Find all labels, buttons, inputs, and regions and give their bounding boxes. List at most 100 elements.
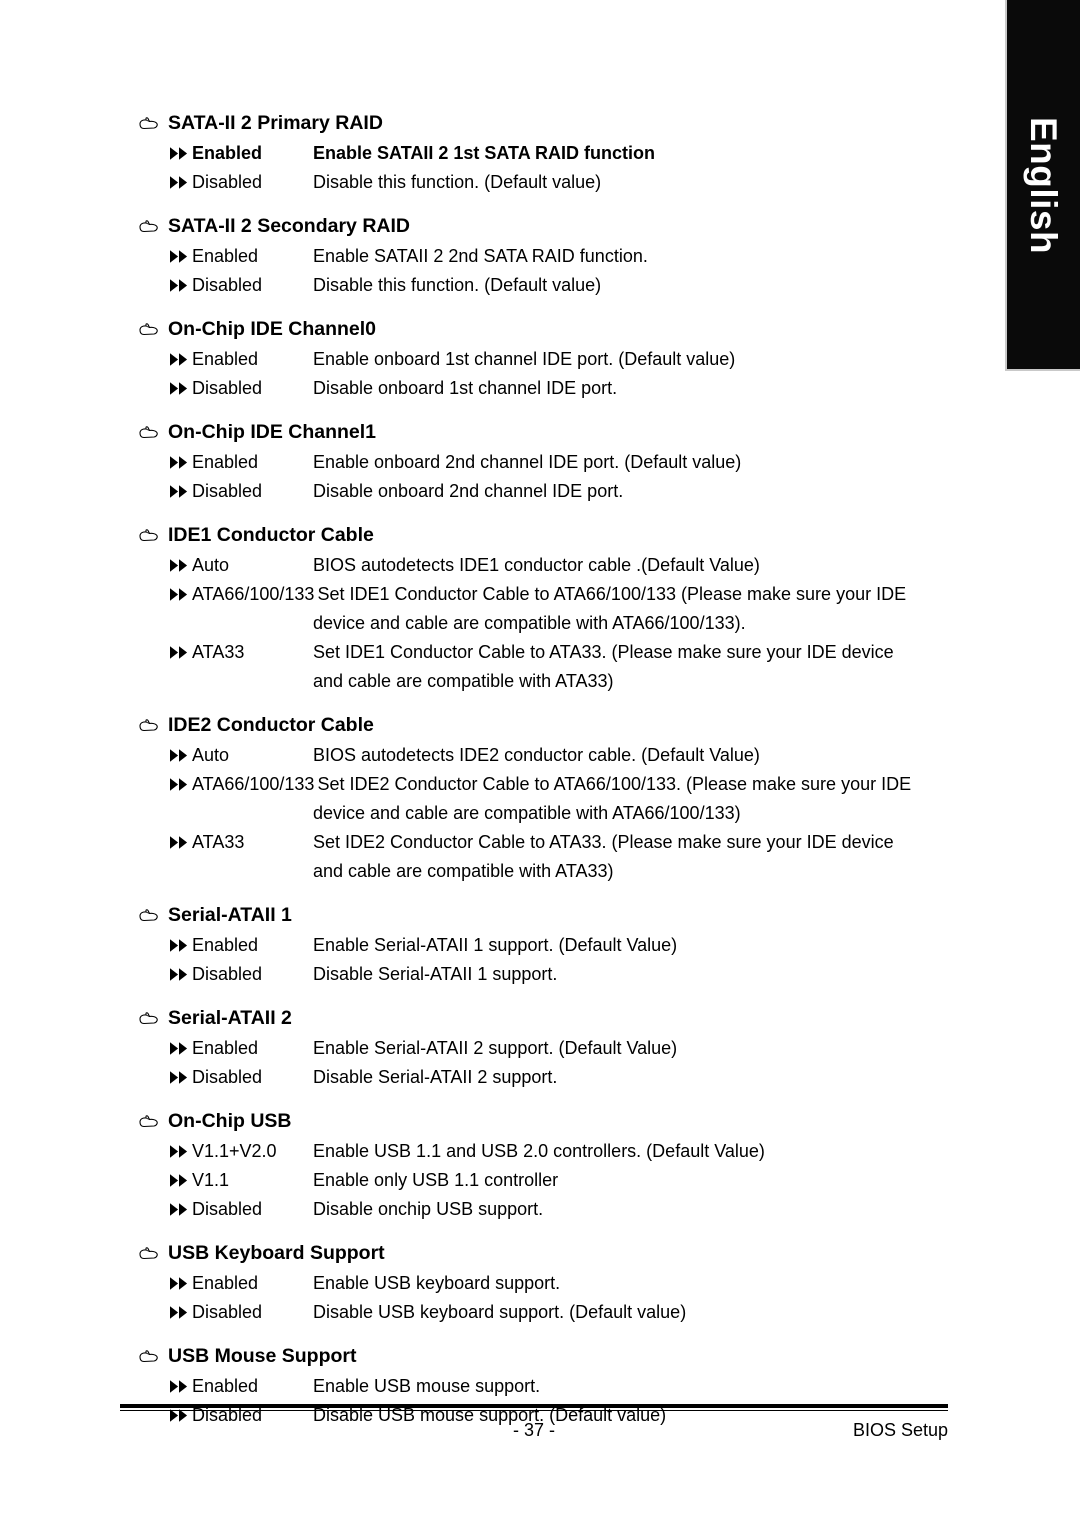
option-description: Set IDE1 Conductor Cable to ATA33. (Plea… bbox=[313, 642, 894, 662]
option-description: Set IDE2 Conductor Cable to ATA66/100/13… bbox=[317, 774, 912, 794]
double-right-arrow-icon bbox=[170, 1380, 188, 1393]
manual-page: English SATA-II 2 Primary RAID Enabled Ena… bbox=[0, 0, 1080, 1529]
option-description-continuation: device and cable are compatible with ATA… bbox=[313, 613, 746, 633]
option-row[interactable]: Disabled Disable Serial-ATAII 1 support. bbox=[0, 960, 1005, 989]
option-label: Disabled bbox=[192, 1067, 263, 1087]
section-title: USB Mouse Support bbox=[168, 1345, 357, 1367]
double-right-arrow-icon bbox=[170, 939, 188, 952]
section-heading: USB Mouse Support bbox=[0, 1341, 1005, 1372]
section-heading: IDE2 Conductor Cable bbox=[0, 710, 1005, 741]
option-row[interactable]: Enabled Enable Serial-ATAII 1 support. (D… bbox=[0, 931, 1005, 960]
double-right-arrow-icon bbox=[170, 559, 188, 572]
double-right-arrow-icon bbox=[170, 176, 188, 189]
option-description: Disable Serial-ATAII 2 support. bbox=[313, 1067, 558, 1087]
pointing-hand-icon bbox=[139, 1247, 158, 1260]
option-description: Disable onchip USB support. bbox=[313, 1199, 544, 1219]
section-heading: On-Chip IDE Channel1 bbox=[0, 417, 1005, 448]
option-row[interactable]: Disabled Disable USB keyboard support. (D… bbox=[0, 1298, 1005, 1327]
option-row[interactable]: Disabled Disable onboard 1st channel IDE … bbox=[0, 374, 1005, 403]
option-label: Disabled bbox=[192, 1199, 263, 1219]
pointing-hand-icon bbox=[139, 1350, 158, 1363]
option-label: Auto bbox=[192, 555, 230, 575]
pointing-hand-icon bbox=[139, 426, 158, 439]
section-title: On-Chip IDE Channel1 bbox=[168, 421, 377, 443]
section-title: On-Chip IDE Channel0 bbox=[168, 318, 377, 340]
option-label: ATA66/100/133 bbox=[192, 584, 315, 604]
option-description: Enable USB 1.1 and USB 2.0 controllers. … bbox=[313, 1141, 765, 1161]
option-row[interactable]: ATA66/100/133 Set IDE1 Conductor Cable to… bbox=[0, 580, 1005, 609]
pointing-hand-icon bbox=[139, 719, 158, 732]
option-section: On-Chip IDE Channel0 Enabled Enable onboar… bbox=[0, 314, 1005, 403]
option-label: ATA33 bbox=[192, 832, 245, 852]
option-row[interactable]: V1.1 Enable only USB 1.1 controller bbox=[0, 1166, 1005, 1195]
option-row[interactable]: Disabled Disable Serial-ATAII 2 support. bbox=[0, 1063, 1005, 1092]
option-row[interactable]: Enabled Enable SATAII 2 2nd SATA RAID fun… bbox=[0, 242, 1005, 271]
option-label: Enabled bbox=[192, 143, 263, 163]
option-section: Serial-ATAII 1 Enabled Enable Serial-ATAII… bbox=[0, 900, 1005, 989]
section-heading: SATA-II 2 Primary RAID bbox=[0, 108, 1005, 139]
option-row[interactable]: ATA33 Set IDE1 Conductor Cable to ATA33. … bbox=[0, 638, 1005, 667]
double-right-arrow-icon bbox=[170, 147, 188, 160]
double-right-arrow-icon bbox=[170, 1145, 188, 1158]
option-section: IDE2 Conductor Cable Auto BIOS autodetects… bbox=[0, 710, 1005, 886]
pointing-hand-icon bbox=[139, 323, 158, 336]
footer-section-label: BIOS Setup bbox=[852, 1420, 948, 1440]
double-right-arrow-icon bbox=[170, 250, 188, 263]
option-label: Disabled bbox=[192, 481, 263, 501]
pointing-hand-icon bbox=[139, 909, 158, 922]
option-description: Disable onboard 1st channel IDE port. bbox=[313, 378, 618, 398]
option-description: BIOS autodetects IDE1 conductor cable .(… bbox=[313, 555, 760, 575]
double-right-arrow-icon bbox=[170, 1174, 188, 1187]
option-row[interactable]: Enabled Enable onboard 2nd channel IDE po… bbox=[0, 448, 1005, 477]
option-row[interactable]: Enabled Enable SATAII 2 1st SATA RAID fun… bbox=[0, 139, 1005, 168]
section-title: IDE2 Conductor Cable bbox=[168, 714, 374, 736]
double-right-arrow-icon bbox=[170, 1277, 188, 1290]
option-label: Disabled bbox=[192, 378, 263, 398]
double-right-arrow-icon bbox=[170, 1203, 188, 1216]
section-title: IDE1 Conductor Cable bbox=[168, 524, 374, 546]
pointing-hand-icon bbox=[139, 117, 158, 130]
option-label: Enabled bbox=[192, 1038, 259, 1058]
double-right-arrow-icon bbox=[170, 456, 188, 469]
option-row[interactable]: Enabled Enable USB keyboard support. bbox=[0, 1269, 1005, 1298]
option-row[interactable]: Enabled Enable onboard 1st channel IDE po… bbox=[0, 345, 1005, 374]
section-title: USB Keyboard Support bbox=[168, 1242, 385, 1264]
option-row[interactable]: ATA33 Set IDE2 Conductor Cable to ATA33. … bbox=[0, 828, 1005, 857]
option-description: Enable only USB 1.1 controller bbox=[313, 1170, 559, 1190]
option-description: Enable Serial-ATAII 2 support. (Default … bbox=[313, 1038, 678, 1058]
option-description: Enable SATAII 2 2nd SATA RAID function. bbox=[313, 246, 648, 266]
option-description-continuation: device and cable are compatible with ATA… bbox=[313, 803, 741, 823]
section-title: SATA-II 2 Secondary RAID bbox=[168, 215, 410, 237]
section-heading: Serial-ATAII 1 bbox=[0, 900, 1005, 931]
option-label: Enabled bbox=[192, 452, 259, 472]
option-label: Enabled bbox=[192, 349, 259, 369]
option-row[interactable]: Disabled Disable onchip USB support. bbox=[0, 1195, 1005, 1224]
option-row[interactable]: Enabled Enable USB mouse support. bbox=[0, 1372, 1005, 1401]
section-title: On-Chip USB bbox=[168, 1110, 292, 1132]
double-right-arrow-icon bbox=[170, 646, 188, 659]
footer-rule-thick bbox=[120, 1404, 948, 1408]
option-description-continuation: and cable are compatible with ATA33) bbox=[313, 861, 614, 881]
option-section: Serial-ATAII 2 Enabled Enable Serial-ATAII… bbox=[0, 1003, 1005, 1092]
option-row[interactable]: Enabled Enable Serial-ATAII 2 support. (D… bbox=[0, 1034, 1005, 1063]
section-title: Serial-ATAII 2 bbox=[168, 1007, 292, 1029]
option-row[interactable]: V1.1+V2.0 Enable USB 1.1 and USB 2.0 cont… bbox=[0, 1137, 1005, 1166]
section-heading: On-Chip USB bbox=[0, 1106, 1005, 1137]
section-heading: Serial-ATAII 2 bbox=[0, 1003, 1005, 1034]
option-row[interactable]: Auto BIOS autodetects IDE1 conductor cabl… bbox=[0, 551, 1005, 580]
pointing-hand-icon bbox=[139, 529, 158, 542]
option-description: BIOS autodetects IDE2 conductor cable. (… bbox=[313, 745, 760, 765]
option-row[interactable]: Disabled Disable this function. (Default … bbox=[0, 168, 1005, 197]
option-row[interactable]: Disabled Disable this function. (Default … bbox=[0, 271, 1005, 300]
section-title: SATA-II 2 Primary RAID bbox=[168, 112, 383, 134]
option-label: ATA33 bbox=[192, 642, 245, 662]
double-right-arrow-icon bbox=[170, 279, 188, 292]
double-right-arrow-icon bbox=[170, 382, 188, 395]
option-row[interactable]: Auto BIOS autodetects IDE2 conductor cabl… bbox=[0, 741, 1005, 770]
option-row[interactable]: ATA66/100/133 Set IDE2 Conductor Cable to… bbox=[0, 770, 1005, 799]
option-description: Enable Serial-ATAII 1 support. (Default … bbox=[313, 935, 678, 955]
option-section: IDE1 Conductor Cable Auto BIOS autodetects… bbox=[0, 520, 1005, 696]
double-right-arrow-icon bbox=[170, 353, 188, 366]
option-section: On-Chip USB V1.1+V2.0 Enable USB 1.1 and U… bbox=[0, 1106, 1005, 1224]
option-row[interactable]: Disabled Disable onboard 2nd channel IDE … bbox=[0, 477, 1005, 506]
